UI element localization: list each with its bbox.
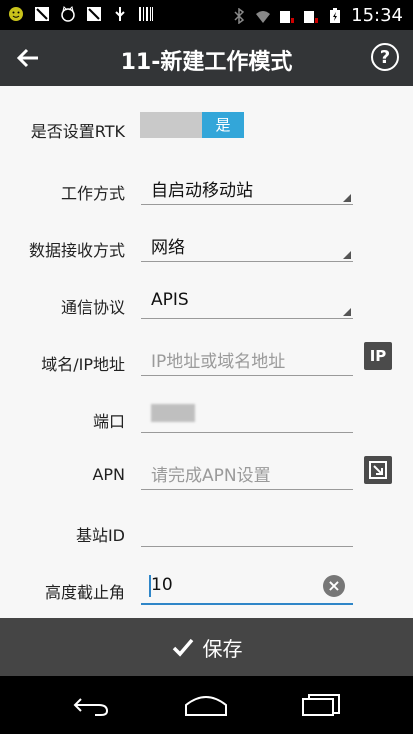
dropdown-arrow-icon xyxy=(343,194,351,202)
battery-icon xyxy=(330,7,341,23)
host-placeholder: IP地址或域名地址 xyxy=(151,352,286,372)
protocol-label: 通信协议 xyxy=(60,298,125,317)
elevation-mask-row: 高度截止角 10 × xyxy=(0,557,413,614)
notification-icon xyxy=(87,7,101,21)
save-label: 保存 xyxy=(202,636,243,661)
nav-home-button[interactable] xyxy=(181,691,231,719)
ip-button[interactable]: IP xyxy=(364,342,392,370)
status-bar: 15:34 xyxy=(0,0,413,30)
nav-back-icon xyxy=(73,698,109,716)
external-link-icon xyxy=(369,461,387,479)
check-icon xyxy=(172,638,193,657)
help-button[interactable]: ? xyxy=(371,43,399,71)
host-row: 域名/IP地址 IP地址或域名地址 IP xyxy=(0,329,413,386)
clear-icon[interactable]: × xyxy=(323,575,345,597)
receive-mode-label: 数据接收方式 xyxy=(28,241,125,260)
protocol-dropdown[interactable]: APIS xyxy=(141,282,353,319)
apn-label: APN xyxy=(92,465,125,484)
status-right-icons: 15:34 xyxy=(231,5,403,26)
page-title: 11-新建工作模式 xyxy=(120,50,293,75)
receive-mode-value: 网络 xyxy=(151,238,185,258)
help-icon: ? xyxy=(379,46,391,68)
elevation-mask-input[interactable]: 10 × xyxy=(141,567,353,605)
notification-icon xyxy=(35,7,49,21)
work-mode-label: 工作方式 xyxy=(60,184,125,203)
port-label: 端口 xyxy=(92,412,125,431)
rtk-row: 是否设置RTK 是 xyxy=(0,86,413,143)
elevation-mask-value: 10 xyxy=(151,575,173,595)
wifi-icon xyxy=(256,10,271,23)
ip-icon: IP xyxy=(369,347,387,365)
work-mode-row: 工作方式 自启动移动站 xyxy=(0,158,413,215)
port-row: 端口 xyxy=(0,386,413,443)
work-mode-dropdown[interactable]: 自启动移动站 xyxy=(141,168,353,205)
protocol-row: 通信协议 APIS xyxy=(0,272,413,329)
apn-settings-button[interactable] xyxy=(364,456,392,484)
base-id-row: 基站ID xyxy=(0,500,413,557)
barcode-icon xyxy=(139,7,153,21)
smiley-icon xyxy=(9,7,23,21)
bluetooth-icon xyxy=(234,7,245,24)
receive-mode-row: 数据接收方式 网络 xyxy=(0,215,413,272)
sim1-icon xyxy=(280,10,295,23)
elevation-mask-label: 高度截止角 xyxy=(44,583,125,602)
nav-recents-icon xyxy=(302,694,340,716)
usb-icon xyxy=(115,7,125,21)
nav-recents-button[interactable] xyxy=(296,691,346,719)
title-bar: 11-新建工作模式 ? xyxy=(0,30,413,86)
work-mode-form: 是否设置RTK 是 工作方式 自启动移动站 数据接收方式 网络 通信协议 API… xyxy=(0,86,413,618)
host-input[interactable]: IP地址或域名地址 xyxy=(141,339,353,376)
apn-placeholder: 请完成APN设置 xyxy=(151,466,271,486)
rtk-toggle[interactable]: 是 xyxy=(140,112,244,138)
status-time: 15:34 xyxy=(351,5,403,26)
apn-row: APN 请完成APN设置 xyxy=(0,443,413,500)
dropdown-arrow-icon xyxy=(343,308,351,316)
port-input[interactable] xyxy=(141,396,353,433)
dropdown-arrow-icon xyxy=(343,251,351,259)
rtk-toggle-on: 是 xyxy=(202,112,244,138)
navigation-bar xyxy=(0,676,413,734)
save-button[interactable]: 保存 xyxy=(0,618,413,676)
cat-icon xyxy=(61,6,75,22)
receive-mode-dropdown[interactable]: 网络 xyxy=(141,225,353,262)
nav-home-icon xyxy=(185,696,227,716)
sim2-icon xyxy=(304,10,319,23)
protocol-value: APIS xyxy=(151,290,189,310)
apn-input[interactable]: 请完成APN设置 xyxy=(141,453,353,490)
rtk-label: 是否设置RTK xyxy=(30,122,125,141)
base-id-label: 基站ID xyxy=(75,526,125,545)
host-label: 域名/IP地址 xyxy=(41,355,125,374)
base-id-input[interactable] xyxy=(141,510,353,547)
work-mode-value: 自启动移动站 xyxy=(151,181,253,201)
nav-back-button[interactable] xyxy=(66,691,116,719)
port-value-obscured xyxy=(151,404,195,422)
status-left-icons xyxy=(8,6,154,22)
